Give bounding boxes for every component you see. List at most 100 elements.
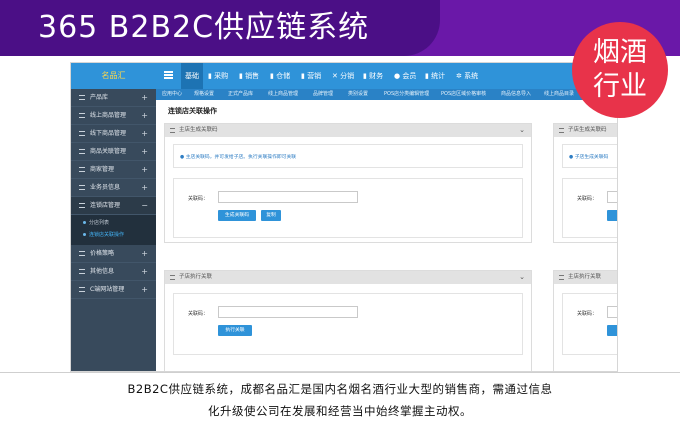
banner-title: 365 B2B2C供应链系统 — [0, 0, 440, 56]
code-label: 关联码： — [577, 311, 598, 317]
subnav-brand[interactable]: 品牌管理 — [313, 89, 333, 100]
subnav-app-center[interactable]: 应用中心 — [162, 89, 182, 100]
code-input[interactable] — [218, 191, 358, 203]
sidebar-item-chain-stores[interactable]: 连锁店管理 − — [71, 197, 156, 215]
sidebar-item-c-site[interactable]: C端网站管理 + — [71, 281, 156, 299]
sidebar-item-price-strategy[interactable]: 价格策略 + — [71, 245, 156, 263]
sidebar-item-product-library[interactable]: 产品库 + — [71, 89, 156, 107]
subnav-category[interactable]: 类别设置 — [348, 89, 368, 100]
code-label: 关联码： — [577, 196, 598, 202]
panel-header[interactable]: 主店生成关联码 ⌄ — [165, 124, 531, 137]
form-box: 关联码： — [562, 178, 617, 238]
code-input[interactable] — [218, 306, 358, 318]
expand-icon: + — [141, 285, 148, 294]
subnav-pos-price[interactable]: POS店区域价格审核 — [441, 89, 486, 100]
expand-icon: + — [141, 129, 148, 138]
sidebar-item-online-goods[interactable]: 线上商品管理 + — [71, 107, 156, 125]
tip-text: ● 主店关联码，并可发给子店。执行关联操作即可关联 — [180, 155, 297, 160]
list-icon — [170, 128, 175, 133]
expand-icon: + — [141, 93, 148, 102]
top-nav: 基础 ▮ 采购 ▮ 销售 ▮ 仓储 ▮ 营销 ✕ 分销 ▮ 财务 ● 会员 ▮ … — [156, 63, 617, 89]
chevron-down-icon[interactable]: ⌄ — [519, 124, 525, 137]
nav-sales[interactable]: ▮ 销售 — [239, 63, 259, 89]
list-icon — [79, 203, 85, 208]
sidebar-item-goods-relation[interactable]: 商品关联管理 + — [71, 143, 156, 161]
page-title: 连锁店关联操作 — [168, 107, 217, 115]
list-icon — [559, 275, 564, 280]
panel-header[interactable]: 主店执行关联 — [554, 271, 617, 284]
sidebar-item-merchants[interactable]: 商家管理 + — [71, 161, 156, 179]
form-box: 关联码： 生成关联码 复制 — [173, 178, 523, 238]
expand-icon: + — [141, 111, 148, 120]
subnav-online-catalog[interactable]: 线上商品目录 — [544, 89, 574, 100]
list-icon — [79, 113, 85, 118]
sidebar: 名品汇 产品库 + 线上商品管理 + 线下商品管理 + 商品关联管理 + 商家管理 + 业… — [71, 63, 156, 371]
panel-header[interactable]: 子店生成关联码 — [554, 124, 617, 137]
subnav-official-lib[interactable]: 正式产品库 — [228, 89, 253, 100]
collapse-icon: − — [141, 201, 148, 210]
main-content: 连锁店关联操作 主店生成关联码 ⌄ ● 主店关联码，并可发给子店。执行关联操作即可… — [156, 100, 617, 371]
app-window: 名品汇 产品库 + 线上商品管理 + 线下商品管理 + 商品关联管理 + 商家管理 + 业… — [70, 62, 618, 372]
list-icon — [559, 128, 564, 133]
list-icon — [170, 275, 175, 280]
industry-badge: 烟酒 行业 — [572, 22, 668, 118]
expand-icon: + — [141, 165, 148, 174]
menu-icon[interactable] — [164, 71, 173, 79]
code-label: 关联码： — [188, 196, 209, 202]
app-logo: 名品汇 — [71, 63, 156, 89]
generate-code-button[interactable] — [607, 210, 617, 221]
expand-icon: + — [141, 249, 148, 258]
expand-icon: + — [141, 147, 148, 156]
list-icon — [79, 269, 85, 274]
copy-button[interactable]: 复制 — [261, 210, 281, 221]
panel-sub-generate: 子店生成关联码 ● 子店生成关联码 关联码： — [553, 123, 617, 243]
nav-members[interactable]: ● 会员 — [394, 63, 416, 89]
form-box: 关联码： — [562, 293, 617, 355]
subnav-spec[interactable]: 规格设置 — [194, 89, 214, 100]
tip-box: ● 子店生成关联码 — [562, 144, 617, 168]
bullet-icon — [83, 221, 86, 224]
generate-code-button[interactable]: 生成关联码 — [218, 210, 256, 221]
nav-system[interactable]: ✲ 系统 — [456, 63, 478, 89]
expand-icon: + — [141, 183, 148, 192]
form-box: 关联码： 执行关联 — [173, 293, 523, 355]
code-input[interactable] — [607, 191, 617, 203]
list-icon — [79, 185, 85, 190]
sidebar-submenu: 分店列表 连锁店关联操作 — [71, 215, 156, 245]
subnav-online-goods[interactable]: 线上商品管理 — [268, 89, 298, 100]
nav-marketing[interactable]: ▮ 营销 — [301, 63, 321, 89]
list-icon — [79, 251, 85, 256]
nav-basic[interactable]: 基础 — [181, 63, 203, 89]
industry-badge-line1: 烟酒 — [593, 37, 647, 68]
panel-sub-execute: 子店执行关联 ⌄ 关联码： 执行关联 — [164, 270, 532, 371]
sidebar-item-salesmen[interactable]: 业务员信息 + — [71, 179, 156, 197]
sidebar-subitem-chain-link[interactable]: 连锁店关联操作 — [71, 229, 156, 241]
list-icon — [79, 131, 85, 136]
list-icon — [79, 95, 85, 100]
industry-badge-line2: 行业 — [593, 71, 647, 102]
execute-link-button[interactable]: 执行关联 — [218, 325, 252, 336]
chevron-down-icon[interactable]: ⌄ — [519, 271, 525, 284]
bullet-icon — [83, 233, 86, 236]
expand-icon: + — [141, 267, 148, 276]
tip-box: ● 主店关联码，并可发给子店。执行关联操作即可关联 — [173, 144, 523, 168]
list-icon — [79, 287, 85, 292]
sidebar-item-other-info[interactable]: 其他信息 + — [71, 263, 156, 281]
nav-distribution[interactable]: ✕ 分销 — [332, 63, 354, 89]
panel-main-generate: 主店生成关联码 ⌄ ● 主店关联码，并可发给子店。执行关联操作即可关联 关联码： … — [164, 123, 532, 243]
sidebar-item-offline-goods[interactable]: 线下商品管理 + — [71, 125, 156, 143]
panel-header[interactable]: 子店执行关联 ⌄ — [165, 271, 531, 284]
nav-finance[interactable]: ▮ 财务 — [363, 63, 383, 89]
caption: B2B2C供应链系统，成都名品汇是国内名烟名酒行业大型的销售商，需通过信息 化升… — [0, 372, 680, 425]
nav-stats[interactable]: ▮ 统计 — [425, 63, 445, 89]
sidebar-subitem-store-list[interactable]: 分店列表 — [71, 217, 156, 229]
subnav-pos-category[interactable]: POS店分类编辑管理 — [384, 89, 429, 100]
execute-link-button[interactable] — [607, 325, 617, 336]
nav-storage[interactable]: ▮ 仓储 — [270, 63, 290, 89]
tip-text: ● 子店生成关联码 — [569, 155, 609, 160]
code-label: 关联码： — [188, 311, 209, 317]
subnav-import[interactable]: 商品信息导入 — [501, 89, 531, 100]
code-input[interactable] — [607, 306, 617, 318]
nav-purchase[interactable]: ▮ 采购 — [208, 63, 228, 89]
list-icon — [79, 149, 85, 154]
